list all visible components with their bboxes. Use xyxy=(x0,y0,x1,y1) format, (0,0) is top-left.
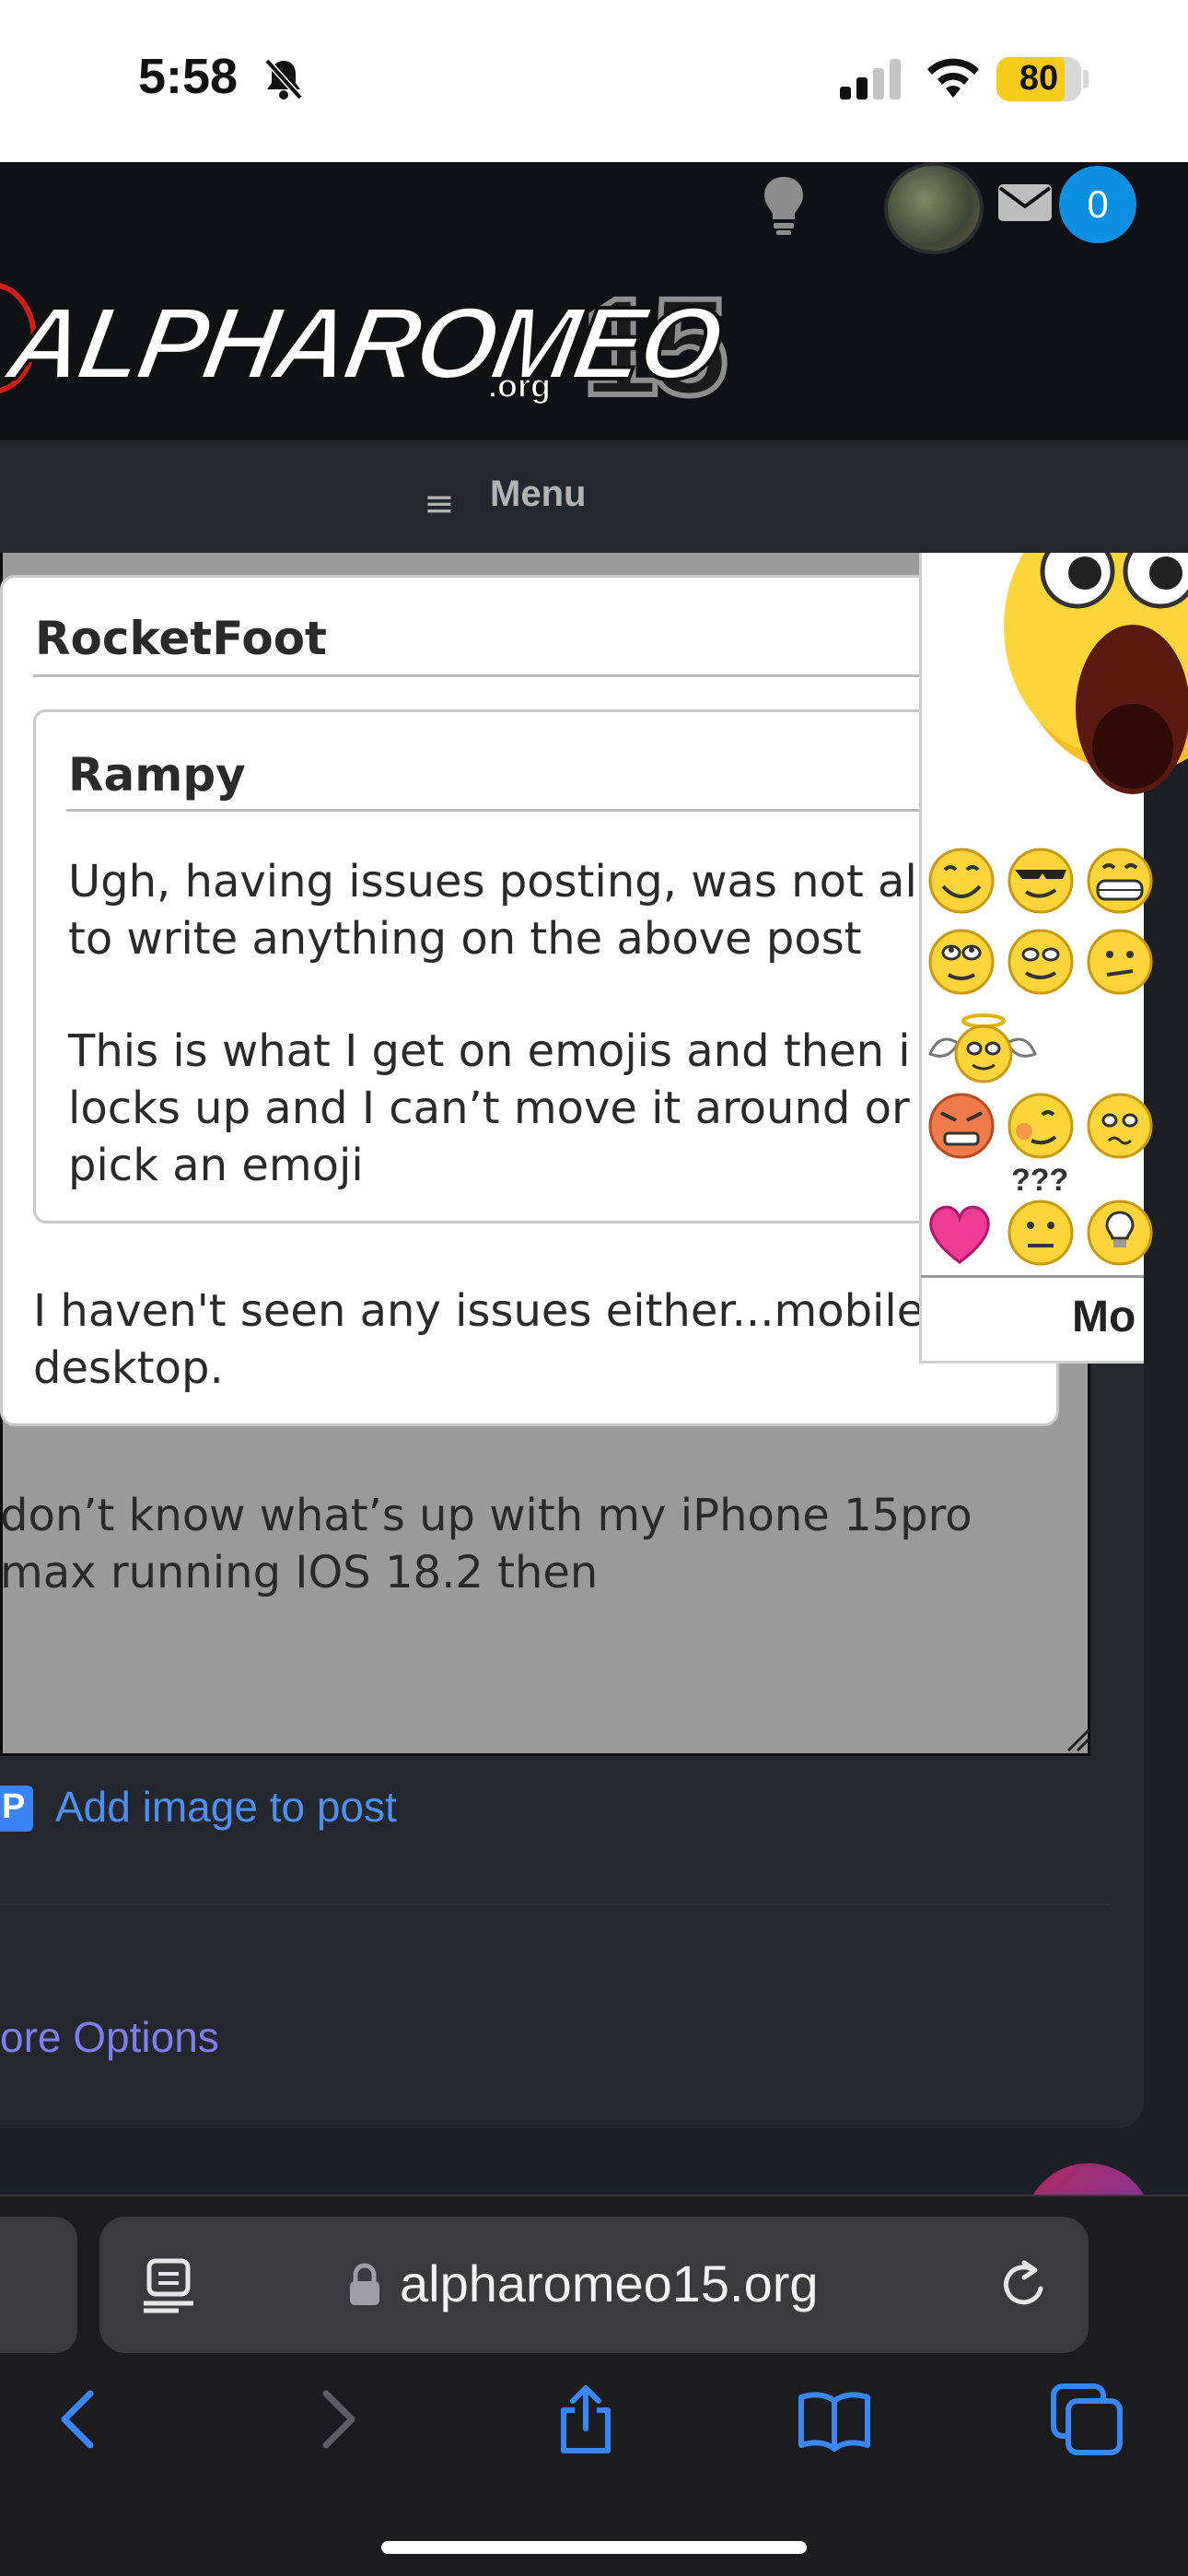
text-line: Ugh, having issues posting, was not al xyxy=(68,856,917,907)
quote-divider xyxy=(33,674,1046,677)
roll-eyes-emoji[interactable] xyxy=(926,927,996,997)
share-icon[interactable] xyxy=(549,2383,623,2456)
lock-icon xyxy=(350,2263,379,2305)
mail-count: 0 xyxy=(1087,182,1109,226)
cool-emoji[interactable] xyxy=(1006,846,1076,916)
text-line: This is what I get on emojis and then i xyxy=(68,1025,911,1077)
mail-icon[interactable] xyxy=(996,182,1054,223)
heart-emoji[interactable] xyxy=(925,1198,995,1268)
reload-icon[interactable] xyxy=(998,2257,1050,2313)
tabs-icon[interactable] xyxy=(1050,2383,1124,2456)
blush-emoji[interactable] xyxy=(1006,1091,1076,1161)
text-line: desktop. xyxy=(33,1342,224,1394)
user-avatar[interactable] xyxy=(884,162,984,254)
more-options-link[interactable]: ore Options xyxy=(0,2012,219,2062)
wink-emoji[interactable] xyxy=(1006,927,1076,997)
hamburger-icon[interactable]: ≡ xyxy=(424,483,455,525)
bookmarks-icon[interactable] xyxy=(798,2383,871,2456)
idea-emoji[interactable] xyxy=(1085,1198,1155,1268)
nested-quote-paragraph-1: Ugh, having issues posting, was not al t… xyxy=(68,853,1044,967)
back-icon[interactable] xyxy=(42,2383,116,2456)
text-line: don’t know what’s up with my iPhone 15pr… xyxy=(0,1490,973,1541)
status-time: 5:58 xyxy=(138,49,239,104)
confused-emoji[interactable] xyxy=(1085,927,1155,997)
bell-muted-icon xyxy=(264,58,303,100)
logo-suffix: .org xyxy=(487,366,552,405)
home-indicator xyxy=(381,2541,807,2554)
menu-bar[interactable] xyxy=(0,440,1188,553)
text-line: max running IOS 18.2 then xyxy=(0,1547,599,1598)
nested-quote-divider xyxy=(66,809,1042,812)
add-image-link[interactable]: Add image to post xyxy=(55,1782,397,1832)
nested-quote-paragraph-2: This is what I get on emojis and then i … xyxy=(68,1023,1044,1194)
huh-emoji[interactable] xyxy=(1006,1198,1076,1268)
lightbulb-icon[interactable] xyxy=(761,175,807,236)
text-line: pick an emoji xyxy=(68,1140,364,1191)
add-image-icon-glyph: P xyxy=(2,1787,26,1826)
worried-emoji[interactable] xyxy=(1085,1091,1155,1161)
resize-grip-icon[interactable] xyxy=(1061,1723,1090,1752)
draft-text[interactable]: don’t know what’s up with my iPhone 15pr… xyxy=(0,1487,1068,1601)
quote-author: RocketFoot xyxy=(35,612,327,665)
nested-quote-author: Rampy xyxy=(68,748,246,802)
angry-emoji[interactable] xyxy=(926,1091,996,1161)
text-line: I haven't seen any issues either...mobil… xyxy=(33,1285,925,1337)
battery-level-text: 80 xyxy=(1019,59,1059,98)
cellular-signal-icon xyxy=(840,59,901,100)
text-line: locks up and I can’t move it around or xyxy=(68,1083,910,1134)
battery-nub xyxy=(1083,70,1089,88)
section-divider xyxy=(0,1903,1111,1905)
site-logo[interactable]: ALPHAROMEO xyxy=(0,284,729,403)
emoji-more-button[interactable]: Mo xyxy=(1072,1292,1136,1342)
shocked-emoji[interactable] xyxy=(976,553,1188,829)
grin-emoji[interactable] xyxy=(1085,846,1155,916)
text-line: to write anything on the above post xyxy=(68,913,862,965)
smile-emoji[interactable] xyxy=(926,846,996,916)
huh-emoji-label: ??? xyxy=(1011,1163,1069,1198)
reader-icon[interactable] xyxy=(142,2257,195,2314)
previous-tab-peek[interactable] xyxy=(0,2217,77,2353)
url-text[interactable]: alpharomeo15.org xyxy=(400,2254,819,2313)
angel-emoji[interactable] xyxy=(925,1012,1041,1085)
emoji-popup-divider xyxy=(921,1275,1144,1278)
quote-reply-text: I haven't seen any issues either...mobil… xyxy=(33,1282,1046,1397)
forward-icon[interactable] xyxy=(300,2383,374,2456)
wifi-icon xyxy=(927,58,979,98)
menu-label[interactable]: Menu xyxy=(490,474,586,515)
battery-indicator: 80 xyxy=(996,57,1081,101)
